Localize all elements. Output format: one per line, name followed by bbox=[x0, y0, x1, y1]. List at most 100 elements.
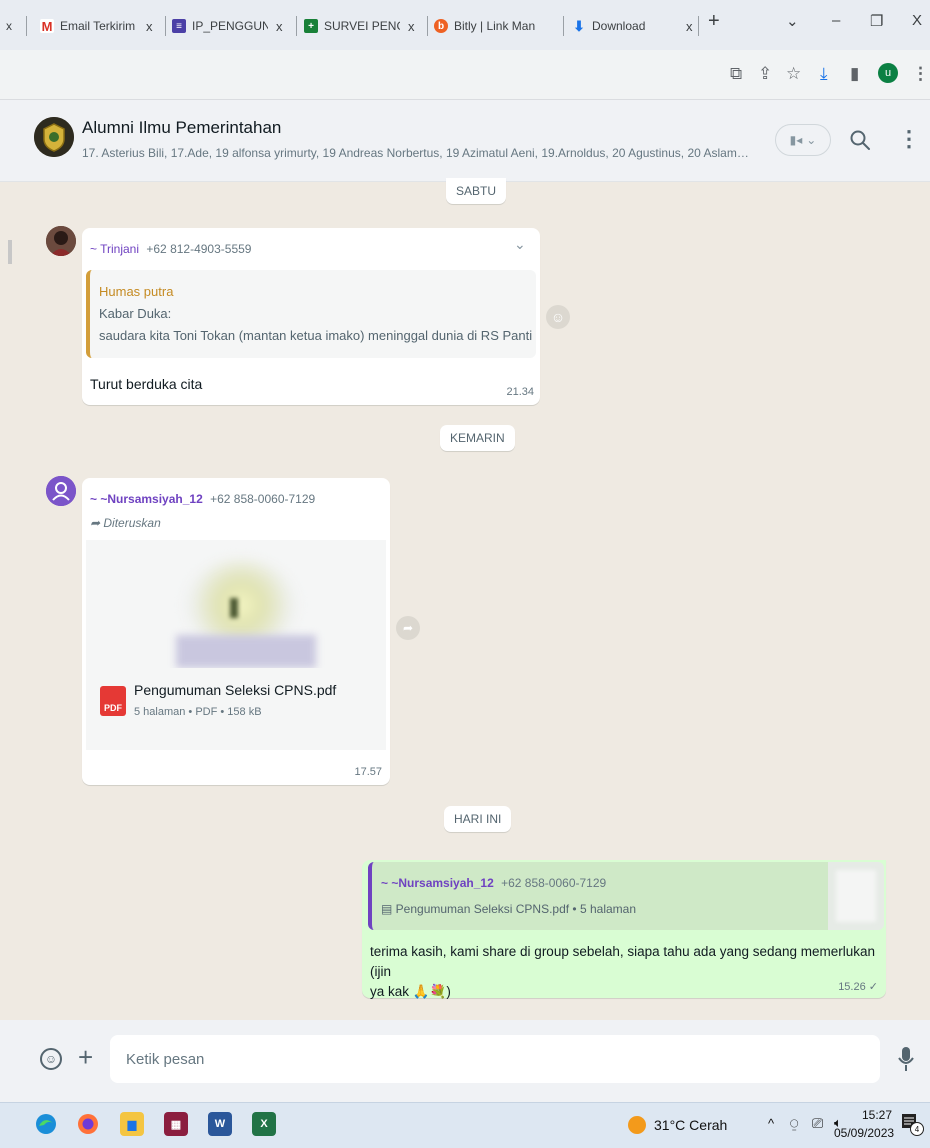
forward-share-icon[interactable]: ➦ bbox=[396, 616, 420, 640]
edge-browser-icon[interactable] bbox=[34, 1112, 58, 1136]
word-icon[interactable]: W bbox=[208, 1112, 232, 1136]
tab-separator bbox=[427, 16, 428, 36]
minimize-button[interactable]: – bbox=[832, 12, 840, 29]
system-tray-chevron-icon[interactable]: ^ bbox=[768, 1116, 774, 1131]
quote-sender: ~ ~Nursamsiyah_12 +62 858-0060-7129 bbox=[381, 876, 606, 890]
tab-close-button[interactable]: x bbox=[686, 19, 693, 34]
weather-sun-icon[interactable] bbox=[628, 1116, 646, 1134]
network-icon[interactable]: ⎚ bbox=[812, 1115, 823, 1132]
group-logo-icon bbox=[34, 117, 74, 157]
message-text-line: ya kak 🙏💐) bbox=[370, 984, 451, 999]
tab-separator bbox=[165, 16, 166, 36]
date-separator: HARI INI bbox=[444, 806, 512, 832]
tab-download[interactable]: ⬇ Download x bbox=[572, 12, 700, 40]
bitly-icon: b bbox=[434, 19, 448, 33]
sender-phone: +62 858-0060-7129 bbox=[210, 492, 316, 506]
taskbar-date[interactable]: 05/09/2023 bbox=[834, 1126, 894, 1140]
tab-label: Download bbox=[592, 19, 646, 33]
message-time-read-status: 15.26 ✓ bbox=[838, 981, 878, 993]
message-time: 21.34 bbox=[506, 386, 534, 398]
quote-line: Kabar Duka: bbox=[99, 306, 172, 321]
tab-email[interactable]: M Email Terkirim - x bbox=[40, 12, 160, 40]
file-explorer-icon[interactable]: ▆ bbox=[120, 1112, 144, 1136]
sheets-icon: ≡ bbox=[172, 19, 186, 33]
tab-close-button[interactable]: x bbox=[408, 19, 415, 34]
message-sender[interactable]: ~ Trinjani +62 812-4903-5559 bbox=[90, 242, 251, 256]
forms-icon: + bbox=[304, 19, 318, 33]
sender-photo-icon bbox=[46, 226, 76, 256]
video-call-button[interactable]: ▮◂ ⌄ bbox=[775, 124, 831, 156]
message-bubble-trinjani[interactable]: ~ Trinjani +62 812-4903-5559 ⌄ Humas put… bbox=[82, 228, 540, 405]
sender-avatar[interactable] bbox=[46, 476, 76, 506]
tab-label: Email Terkirim - bbox=[60, 19, 138, 33]
sender-name[interactable]: ~ Trinjani bbox=[90, 242, 139, 256]
meet-now-icon[interactable]: ⍜ bbox=[790, 1115, 798, 1132]
search-icon[interactable] bbox=[848, 128, 872, 152]
attach-plus-icon[interactable]: + bbox=[78, 1042, 93, 1073]
pdf-document-card[interactable]: PDF Pengumuman Seleksi CPNS.pdf 5 halama… bbox=[86, 668, 386, 750]
emoji-icon[interactable]: ☺ bbox=[40, 1048, 62, 1070]
quoted-document[interactable]: ~ ~Nursamsiyah_12 +62 858-0060-7129 ▤ Pe… bbox=[368, 862, 884, 930]
tab-label: SURVEI PENGG bbox=[324, 19, 400, 33]
install-app-icon[interactable]: ⧉ bbox=[730, 64, 742, 84]
close-window-button[interactable]: X bbox=[912, 12, 922, 29]
quote-sender-name: ~ ~Nursamsiyah_12 bbox=[381, 876, 494, 890]
sender-name[interactable]: ~ ~Nursamsiyah_12 bbox=[90, 492, 203, 506]
tab-close-button[interactable]: x bbox=[146, 19, 153, 34]
tab-bitly[interactable]: b Bitly | Link Man bbox=[434, 12, 558, 40]
message-bubble-outgoing[interactable]: ~ ~Nursamsiyah_12 +62 858-0060-7129 ▤ Pe… bbox=[362, 860, 886, 999]
firefox-icon[interactable] bbox=[76, 1112, 100, 1136]
tab-search-dropdown-icon[interactable]: ⌄ bbox=[786, 12, 799, 30]
date-separator: SABTU bbox=[446, 178, 507, 204]
new-tab-button[interactable]: + bbox=[708, 10, 720, 33]
bookmark-star-icon[interactable]: ☆ bbox=[786, 64, 801, 84]
weather-text[interactable]: 31°C Cerah bbox=[654, 1117, 727, 1133]
tab-label: Bitly | Link Man bbox=[454, 19, 536, 33]
sender-avatar[interactable] bbox=[46, 226, 76, 256]
profile-avatar[interactable]: u bbox=[878, 63, 898, 83]
tab-close-button[interactable]: x bbox=[276, 19, 283, 34]
pdf-thumbnail[interactable] bbox=[86, 540, 386, 668]
video-camera-icon: ▮◂ bbox=[789, 133, 803, 147]
quote-file-line: ▤ Pengumuman Seleksi CPNS.pdf • 5 halama… bbox=[381, 902, 636, 916]
winrar-icon[interactable]: ▦ bbox=[164, 1112, 188, 1136]
quoted-message[interactable]: Humas putra Kabar Duka: saudara kita Ton… bbox=[86, 270, 536, 358]
chevron-down-icon: ⌄ bbox=[806, 133, 817, 147]
chat-menu-icon[interactable]: ⋮ bbox=[898, 126, 920, 152]
tab-ip-pengguna[interactable]: ≡ IP_PENGGUNA x bbox=[172, 12, 290, 40]
gmail-icon: M bbox=[40, 18, 54, 34]
downloads-icon[interactable]: ⤓ bbox=[820, 64, 828, 84]
maximize-button[interactable]: ❐ bbox=[870, 12, 883, 30]
document-icon: ▤ bbox=[381, 902, 396, 916]
quote-sender-phone: +62 858-0060-7129 bbox=[501, 876, 607, 890]
browser-menu-icon[interactable]: ⋮ bbox=[912, 64, 929, 84]
previous-tab-close[interactable]: x bbox=[6, 12, 12, 40]
message-bubble-nursamsiyah[interactable]: ~ ~Nursamsiyah_12 +62 858-0060-7129 ➦ Di… bbox=[82, 478, 390, 785]
browser-toolbar: ⧉ ⇪ ☆ ⤓ ▮ u ⋮ bbox=[0, 50, 930, 100]
react-emoji-icon[interactable]: ☺ bbox=[546, 305, 570, 329]
tab-label: IP_PENGGUNA bbox=[192, 19, 268, 33]
taskbar-clock[interactable]: 15:27 bbox=[862, 1108, 892, 1122]
blurred-preview bbox=[230, 598, 238, 618]
quote-author: Humas putra bbox=[99, 284, 174, 299]
message-time: 17.57 bbox=[354, 766, 382, 778]
notification-count-badge: 4 bbox=[910, 1122, 924, 1136]
share-icon[interactable]: ⇪ bbox=[758, 64, 772, 84]
message-options-chevron-icon[interactable]: ⌄ bbox=[514, 236, 526, 253]
file-meta: 5 halaman • PDF • 158 kB bbox=[134, 706, 262, 718]
message-text: terima kasih, kami share di group sebela… bbox=[370, 942, 880, 1002]
microphone-icon[interactable] bbox=[898, 1046, 914, 1072]
browser-tab-strip: x M Email Terkirim - x ≡ IP_PENGGUNA x +… bbox=[0, 0, 930, 50]
message-sender[interactable]: ~ ~Nursamsiyah_12 +62 858-0060-7129 bbox=[90, 492, 315, 506]
quote-thumbnail bbox=[828, 862, 884, 930]
notification-center-icon[interactable]: 4 bbox=[900, 1112, 924, 1136]
tab-survei[interactable]: + SURVEI PENGG x bbox=[304, 12, 422, 40]
side-panel-icon[interactable]: ▮ bbox=[850, 64, 859, 84]
group-avatar[interactable] bbox=[34, 117, 74, 157]
excel-icon[interactable]: X bbox=[252, 1112, 276, 1136]
group-title[interactable]: Alumni Ilmu Pemerintahan bbox=[82, 118, 281, 138]
tab-separator bbox=[296, 16, 297, 36]
message-input[interactable] bbox=[110, 1035, 880, 1083]
message-text: Turut berduka cita bbox=[90, 376, 203, 392]
default-avatar-icon bbox=[46, 476, 76, 506]
